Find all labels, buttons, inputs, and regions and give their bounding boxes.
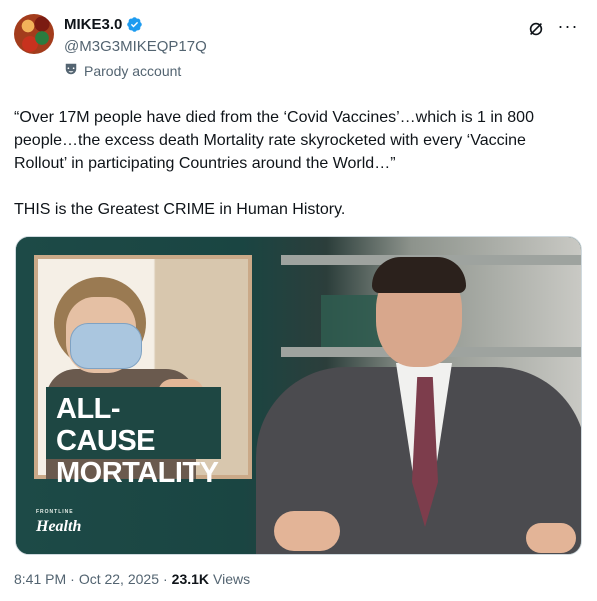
brand-small: FRONTLINE [36, 509, 74, 515]
brand-logo: Health [36, 518, 82, 535]
presenter-hand-left [274, 511, 340, 551]
meta-separator: · [70, 571, 75, 587]
post-time[interactable]: 8:41 PM [14, 571, 66, 587]
grok-icon[interactable] [525, 18, 547, 40]
presenter-hand-right [526, 523, 576, 553]
parody-label-text: Parody account [84, 62, 182, 79]
post-meta: 8:41 PM · Oct 22, 2025 · 23.1K Views [14, 571, 250, 587]
verified-badge-icon[interactable] [126, 16, 143, 33]
avatar[interactable] [14, 14, 54, 54]
post-text: “Over 17M people have died from the ‘Cov… [14, 109, 534, 218]
media-image[interactable]: ALL-CAUSE MORTALITY FRONTLINE Health [15, 236, 582, 555]
post-top-actions: ··· [525, 15, 579, 40]
parody-label: Parody account [64, 62, 181, 79]
views-count: 23.1K [171, 571, 210, 587]
presenter-hair [372, 257, 466, 293]
views-label: Views [213, 571, 251, 587]
face-mask [70, 323, 142, 369]
author-name[interactable]: MIKE3.0 [64, 16, 122, 33]
more-icon[interactable]: ··· [557, 15, 579, 37]
meta-separator: · [162, 571, 168, 587]
overlay-label: ALL-CAUSE MORTALITY [46, 387, 221, 489]
parody-mask-icon [64, 62, 78, 79]
author-handle[interactable]: @M3G3MIKEQP17Q [64, 38, 207, 55]
post-date[interactable]: Oct 22, 2025 [79, 571, 159, 587]
author-name-row: MIKE3.0 [64, 16, 143, 33]
post-card: MIKE3.0 @M3G3MIKEQP17Q Parody account ··… [0, 0, 597, 601]
